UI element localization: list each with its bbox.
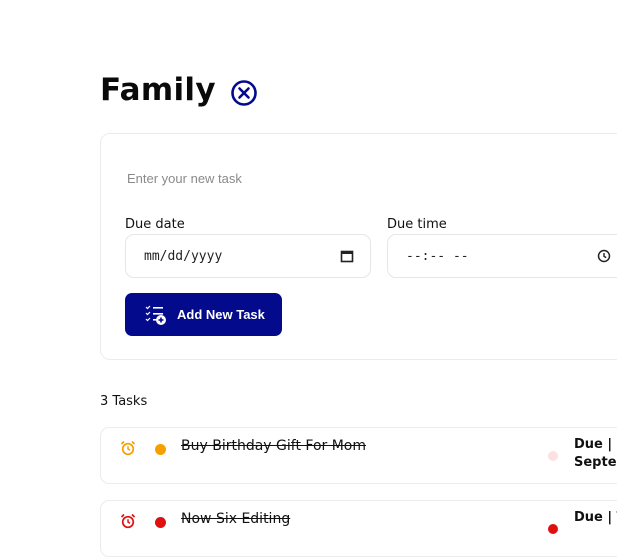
new-task-card: Due date mm/dd/yyyy Due time --:-- -- Ad…: [100, 133, 617, 360]
task-count: 3 Tasks: [100, 394, 148, 409]
add-new-task-button[interactable]: Add New Task: [125, 293, 282, 336]
task-name: Now Six Editing: [181, 511, 291, 527]
due-time-value: --:-- --: [406, 248, 469, 264]
calendar-icon[interactable]: [340, 249, 354, 263]
due-time-input[interactable]: --:-- --: [387, 234, 617, 278]
priority-dot: [548, 451, 558, 461]
page-title: Family: [100, 72, 216, 108]
task-due-line1: Due | T: [574, 510, 617, 525]
due-date-value: mm/dd/yyyy: [144, 248, 223, 264]
task-due-line1: Due | F: [574, 437, 617, 452]
task-due-line2: Septen: [574, 455, 617, 470]
circle-x-icon: [231, 80, 257, 106]
add-task-list-icon: [145, 305, 166, 325]
title-row: Family: [100, 72, 216, 108]
due-date-input[interactable]: mm/dd/yyyy: [125, 234, 371, 278]
due-date-label: Due date: [125, 217, 185, 232]
task-input[interactable]: [125, 170, 609, 187]
task-item[interactable]: Now Six Editing Due | T: [100, 500, 617, 557]
alarm-clock-icon: [120, 513, 136, 529]
add-new-task-label: Add New Task: [177, 307, 265, 322]
close-list-button[interactable]: [230, 79, 258, 107]
clock-icon[interactable]: [597, 249, 611, 263]
priority-dot: [548, 524, 558, 534]
task-due: Due | T: [574, 509, 617, 527]
task-name: Buy Birthday Gift For Mom: [181, 438, 366, 454]
due-time-label: Due time: [387, 217, 447, 232]
status-dot: [155, 444, 166, 455]
status-dot: [155, 517, 166, 528]
task-due: Due | F Septen: [574, 436, 617, 472]
task-item[interactable]: Buy Birthday Gift For Mom Due | F Septen: [100, 427, 617, 484]
alarm-clock-icon: [120, 440, 136, 456]
